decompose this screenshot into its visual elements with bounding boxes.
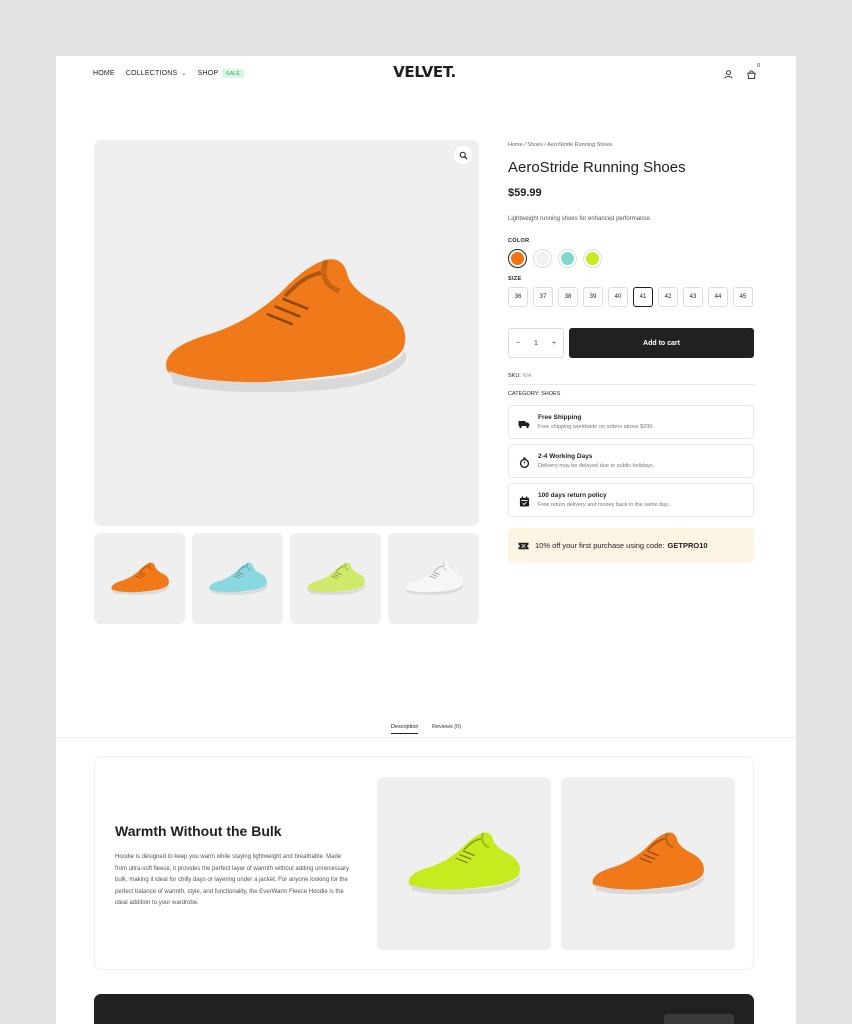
quantity-stepper: − 1 +: [508, 328, 564, 358]
divider: [508, 384, 754, 385]
category-value[interactable]: SHOES: [541, 391, 560, 397]
feature-text: Free shipping worldwide on orders above …: [538, 424, 654, 430]
feature-title: 2-4 Working Days: [538, 453, 593, 460]
feature-text: Free return delivery and money back in t…: [538, 502, 670, 508]
category-row: CATEGORY: SHOES: [508, 391, 754, 397]
sku-value: N/A: [522, 373, 532, 379]
main-product-image[interactable]: [94, 140, 479, 526]
qty-value[interactable]: 1: [534, 340, 538, 347]
purchase-row: − 1 + Add to cart: [508, 328, 754, 358]
size-option[interactable]: 39: [583, 287, 603, 307]
product-page: HOME COLLECTIONS ⌄ SHOP SALE VELVET. 0 Hom…: [56, 56, 796, 1024]
footer-newsletter-bar: [94, 994, 754, 1024]
truck-icon: [518, 418, 530, 430]
cart-count: 0: [757, 63, 760, 69]
shoe-thumb-orange: [109, 556, 171, 602]
qty-decrease-button[interactable]: −: [516, 340, 520, 347]
product-tabs: Description Reviews (0): [56, 724, 796, 734]
size-option[interactable]: 43: [683, 287, 703, 307]
site-header: HOME COLLECTIONS ⌄ SHOP SALE VELVET. 0: [93, 63, 760, 84]
thumbnail-teal[interactable]: [192, 533, 283, 624]
header-icons: 0: [724, 63, 760, 84]
shoe-thumb-teal: [207, 556, 269, 602]
size-option[interactable]: 37: [533, 287, 553, 307]
nav-home[interactable]: HOME: [93, 70, 115, 77]
description-body: Hoodie is designed to keep you warm whil…: [115, 854, 350, 906]
size-option-selected[interactable]: 41: [633, 287, 653, 307]
add-to-cart-button[interactable]: Add to cart: [569, 328, 754, 358]
description-card: Warmth Without the Bulk Hoodie is design…: [94, 756, 754, 970]
nav-collections[interactable]: COLLECTIONS ⌄: [126, 70, 187, 77]
feature-text: Delivery may be delayed due to public ho…: [538, 463, 655, 469]
calendar-icon: [518, 496, 530, 508]
sku-label: SKU:: [508, 373, 521, 379]
thumbnail-strip: [94, 533, 479, 624]
shoe-image-orange-2: [588, 822, 708, 906]
chevron-down-icon: ⌄: [181, 71, 187, 77]
color-swatch-lime[interactable]: [583, 249, 602, 268]
footer-button[interactable]: [664, 1014, 734, 1024]
shoe-thumb-white: [403, 556, 465, 602]
tabs-divider: [56, 737, 796, 738]
nav-shop[interactable]: SHOP SALE: [198, 69, 244, 78]
cart-icon[interactable]: 0: [747, 63, 760, 84]
color-swatch-teal[interactable]: [558, 249, 577, 268]
feature-delivery: 2-4 Working Days Delivery may be delayed …: [508, 444, 754, 478]
size-option[interactable]: 36: [508, 287, 528, 307]
thumbnail-white[interactable]: [388, 533, 479, 624]
tab-description[interactable]: Description: [390, 724, 419, 734]
promo-banner: 10% off your first purchase using code: …: [508, 528, 754, 563]
breadcrumb[interactable]: Home / Shoes / AeroStride Running Shoes: [508, 142, 754, 148]
stopwatch-icon: [518, 457, 530, 469]
product-price: $59.99: [508, 187, 542, 199]
feature-title: 100 days return policy: [538, 492, 607, 499]
tab-reviews[interactable]: Reviews (0): [432, 724, 461, 733]
qty-increase-button[interactable]: +: [552, 340, 556, 347]
nav-home-label: HOME: [93, 70, 115, 77]
product-info: Home / Shoes / AeroStride Running Shoes …: [508, 142, 754, 563]
sale-badge: SALE: [222, 69, 244, 78]
size-label: SIZE: [508, 276, 522, 282]
ticket-icon: [518, 542, 529, 550]
size-option[interactable]: 45: [733, 287, 753, 307]
size-option[interactable]: 40: [608, 287, 628, 307]
description-image-lime: [377, 777, 551, 950]
product-short-desc: Lightweight running shoes for enhanced p…: [508, 216, 652, 222]
sku-row: SKU: N/A: [508, 373, 754, 379]
size-option[interactable]: 38: [558, 287, 578, 307]
description-image-orange: [561, 777, 735, 950]
thumbnail-lime[interactable]: [290, 533, 381, 624]
nav-shop-label: SHOP: [197, 70, 219, 77]
description-title: Warmth Without the Bulk: [115, 823, 282, 839]
promo-text: 10% off your first purchase using code:: [535, 541, 665, 550]
category-label: CATEGORY:: [508, 391, 540, 397]
feature-returns: 100 days return policy Free return delive…: [508, 483, 754, 517]
size-options: 36 37 38 39 40 41 42 43 44 45: [508, 287, 754, 307]
color-swatch-orange[interactable]: [508, 249, 527, 268]
product-title: AeroStride Running Shoes: [508, 159, 686, 176]
zoom-icon[interactable]: [454, 146, 472, 164]
thumbnail-orange[interactable]: [94, 533, 185, 624]
nav-collections-label: COLLECTIONS: [125, 70, 178, 77]
size-option[interactable]: 44: [708, 287, 728, 307]
feature-title: Free Shipping: [538, 414, 582, 421]
shoe-image-orange: [156, 228, 414, 426]
size-option[interactable]: 42: [658, 287, 678, 307]
site-logo[interactable]: VELVET.: [393, 63, 456, 81]
feature-shipping: Free Shipping Free shipping worldwide on …: [508, 405, 754, 439]
color-label: COLOR: [508, 238, 530, 244]
color-swatch-white[interactable]: [533, 249, 552, 268]
color-swatches: [508, 249, 754, 268]
shoe-thumb-lime: [305, 556, 367, 602]
shoe-image-lime: [404, 822, 524, 906]
promo-code[interactable]: GETPRO10: [668, 541, 708, 550]
user-icon[interactable]: [724, 66, 733, 84]
main-nav: HOME COLLECTIONS ⌄ SHOP SALE: [93, 69, 255, 78]
